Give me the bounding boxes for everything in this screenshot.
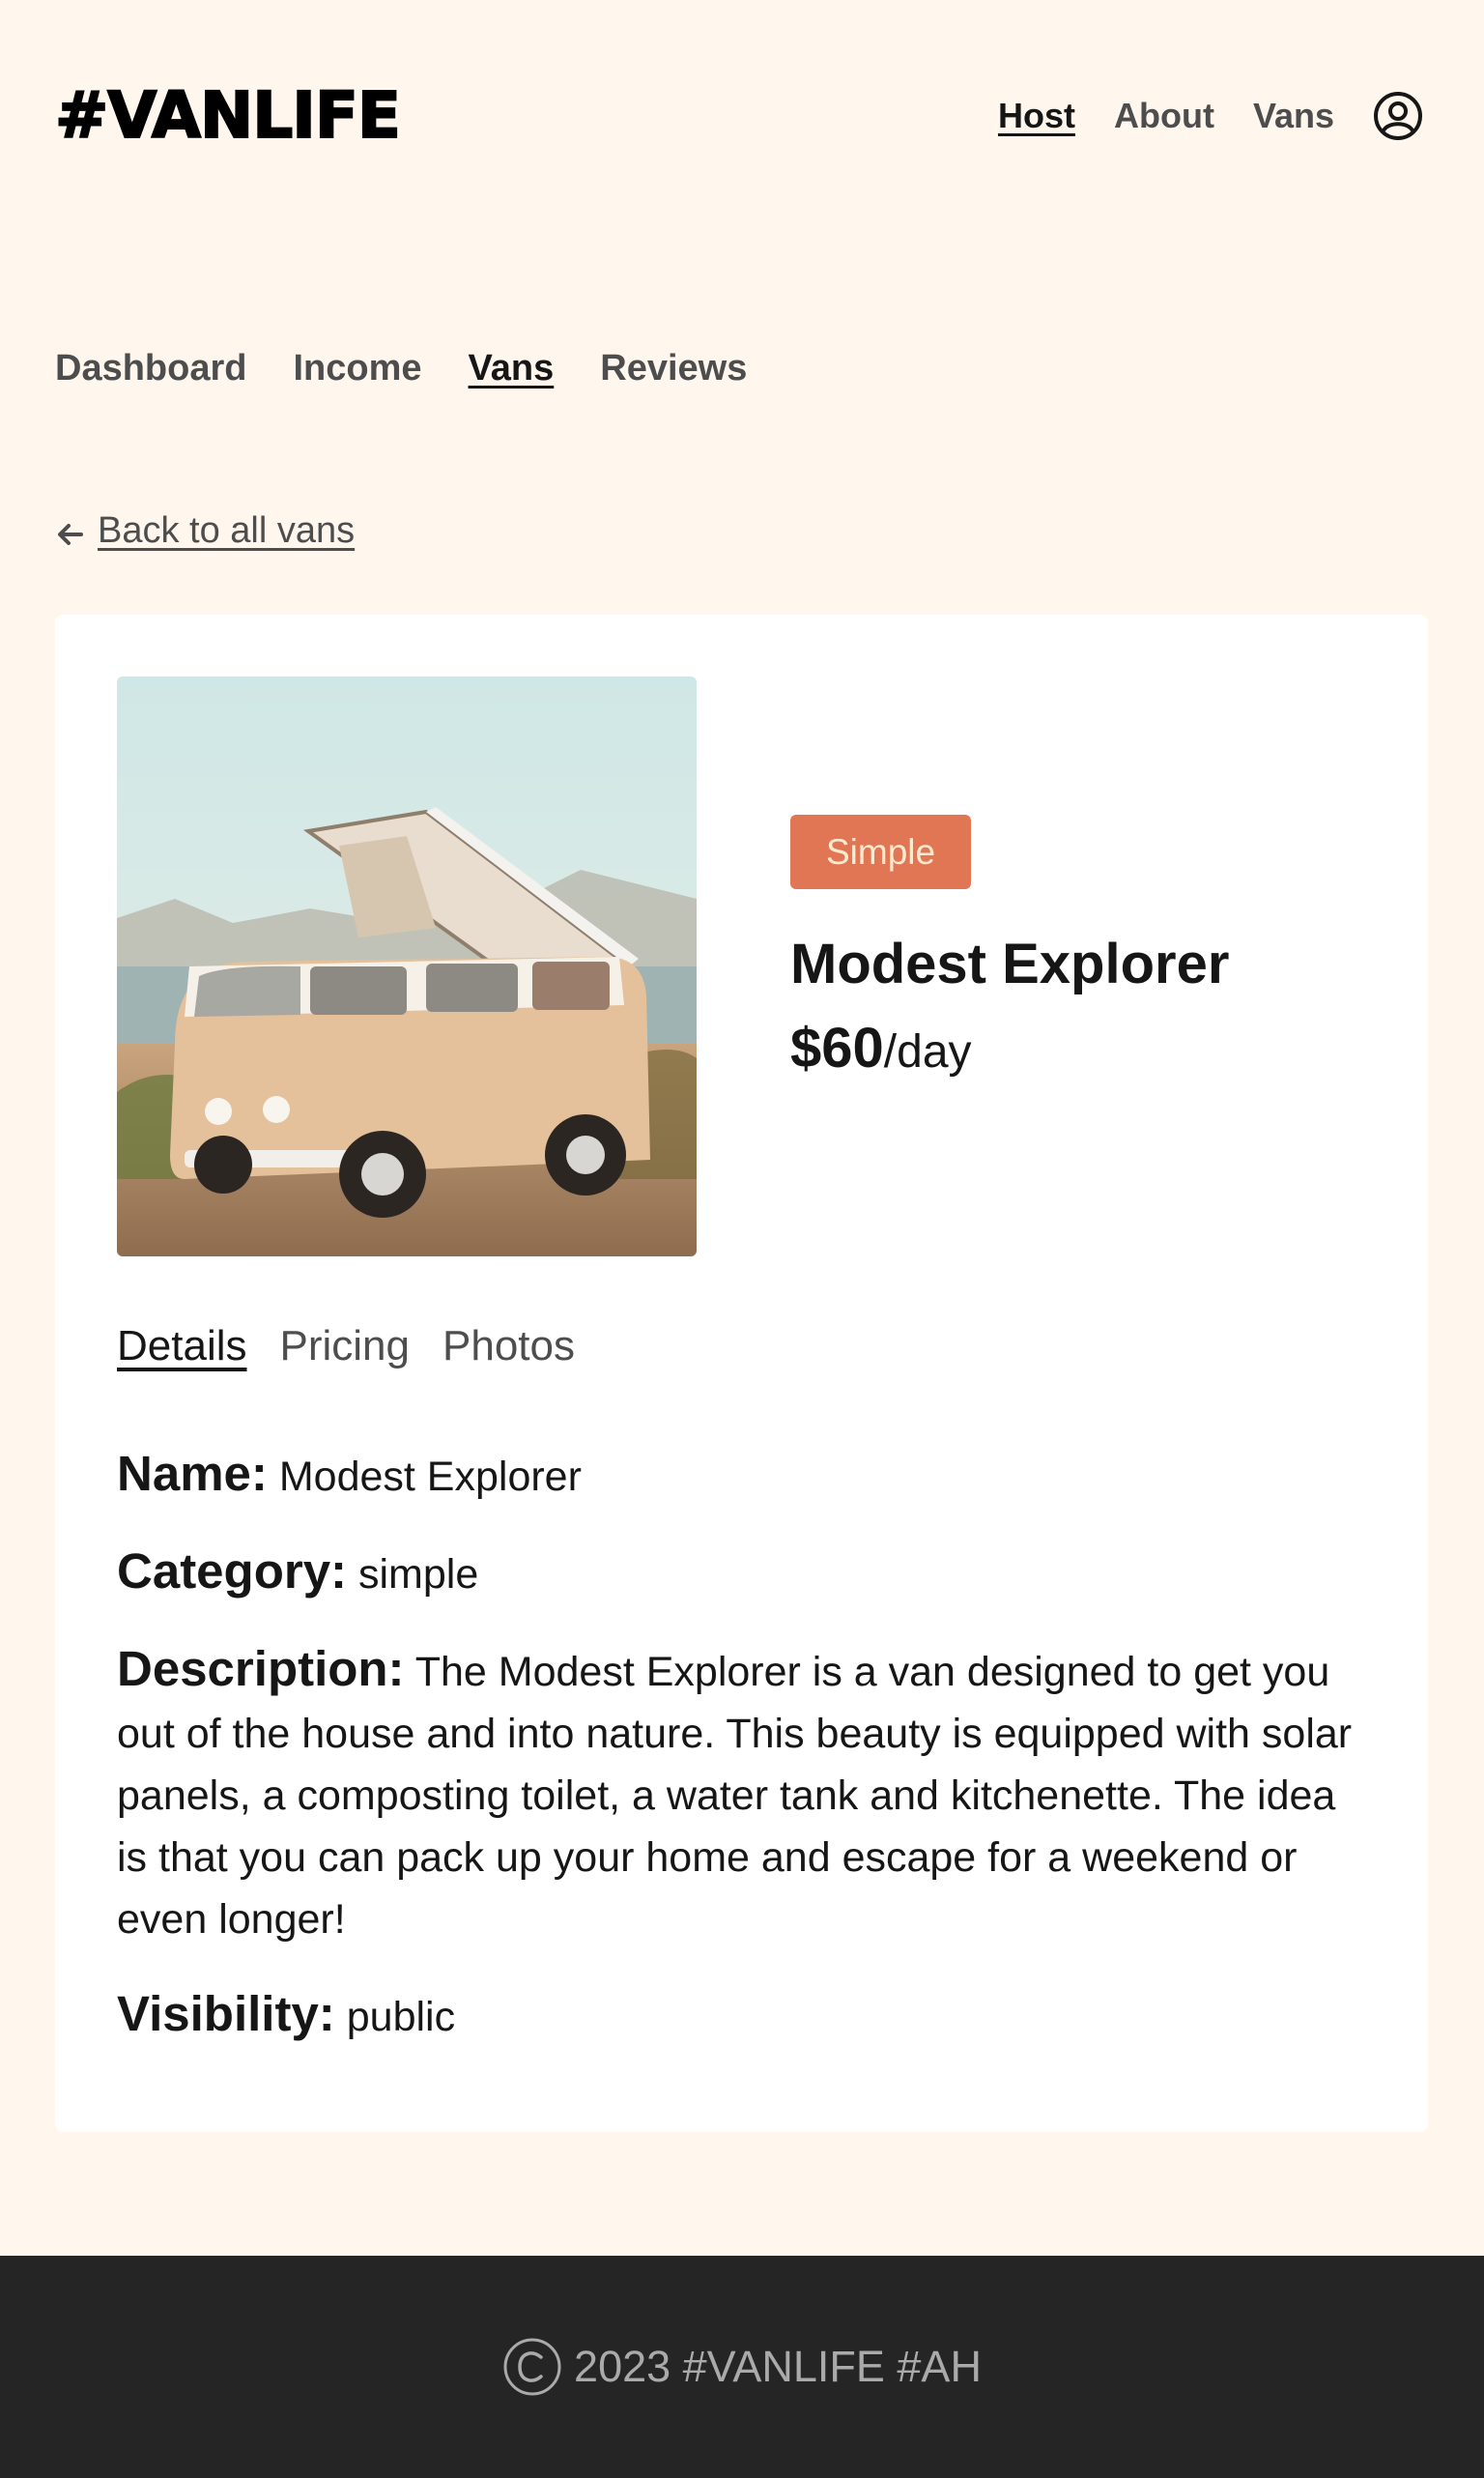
tab-details[interactable]: Details: [117, 1322, 247, 1370]
van-name: Modest Explorer: [790, 933, 1230, 995]
detail-category-value: simple: [358, 1551, 479, 1598]
detail-name: Name: Modest Explorer: [117, 1443, 1373, 1508]
footer-text: 2023 #VANLIFE #AH: [574, 2342, 982, 2391]
top-nav: Host About Vans: [959, 87, 1423, 145]
host-nav-dashboard[interactable]: Dashboard: [55, 348, 246, 389]
detail-name-label: Name:: [117, 1446, 268, 1501]
van-details: Name: Modest Explorer Category: simple D…: [117, 1443, 1373, 2081]
host-nav: Dashboard Income Vans Reviews: [55, 348, 793, 389]
price-amount: $60: [790, 1017, 884, 1080]
site-header: #VANLIFE Host About Vans: [0, 0, 1484, 232]
back-link-label: Back to all vans: [98, 510, 356, 551]
detail-visibility-value: public: [346, 1994, 456, 2040]
van-info: Simple Modest Explorer $60/day: [790, 815, 1229, 1081]
detail-visibility-label: Visibility:: [117, 1986, 335, 2041]
van-photo: [117, 677, 697, 1256]
detail-description: Description: The Modest Explorer is a va…: [117, 1638, 1373, 1950]
back-to-vans-link[interactable]: Back to all vans: [55, 510, 355, 552]
van-type-badge: Simple: [790, 815, 972, 889]
detail-name-value: Modest Explorer: [278, 1454, 582, 1500]
detail-category: Category: simple: [117, 1541, 1373, 1605]
nav-link-about[interactable]: About: [1114, 96, 1214, 136]
nav-link-vans[interactable]: Vans: [1253, 96, 1334, 136]
site-logo[interactable]: #VANLIFE: [54, 77, 402, 155]
detail-description-label: Description:: [117, 1641, 405, 1696]
nav-link-host[interactable]: Host: [998, 96, 1075, 136]
tab-pricing[interactable]: Pricing: [280, 1322, 411, 1370]
copyright-icon: [502, 2337, 562, 2397]
host-nav-reviews[interactable]: Reviews: [600, 348, 747, 389]
detail-visibility: Visibility: public: [117, 1983, 1373, 2048]
price-unit: /day: [883, 1026, 972, 1078]
van-detail-card: Simple Modest Explorer $60/day Details P…: [55, 615, 1428, 2132]
tab-photos[interactable]: Photos: [442, 1322, 575, 1370]
van-price: $60/day: [790, 1016, 1229, 1081]
van-detail-tabs: Details Pricing Photos: [117, 1322, 608, 1370]
host-nav-vans[interactable]: Vans: [469, 348, 555, 389]
host-nav-income[interactable]: Income: [293, 348, 421, 389]
arrow-left-icon: [55, 517, 84, 546]
detail-category-label: Category:: [117, 1543, 348, 1599]
site-footer: 2023 #VANLIFE #AH: [0, 2256, 1484, 2478]
user-circle-icon[interactable]: [1373, 91, 1423, 141]
